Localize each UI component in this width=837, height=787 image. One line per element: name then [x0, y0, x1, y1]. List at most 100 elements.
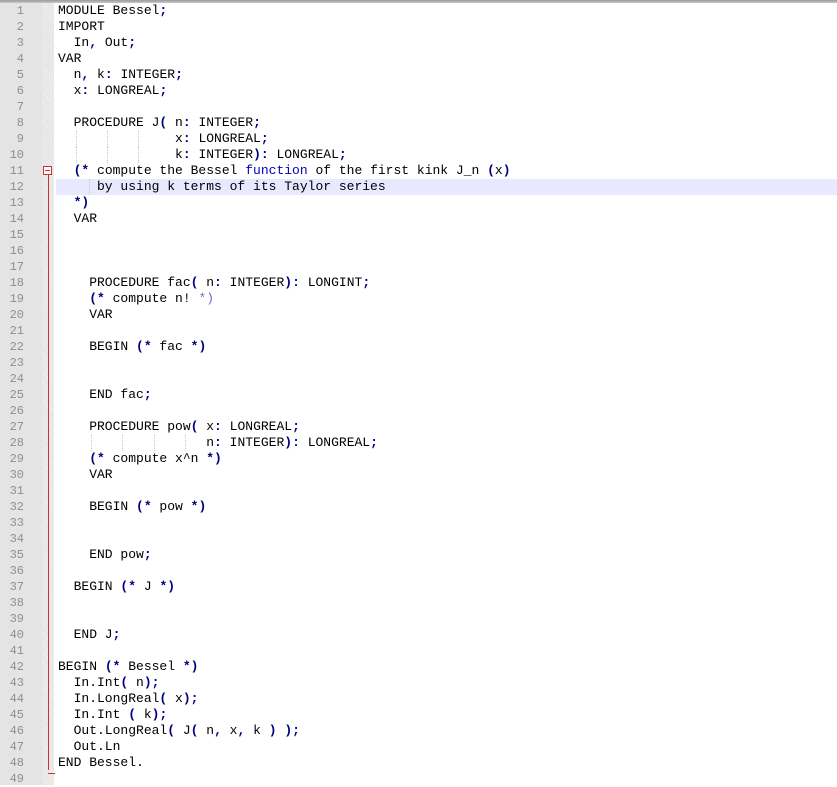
code-line[interactable]: 9 x: LONGREAL;	[0, 131, 837, 147]
line-text[interactable]: IMPORT	[56, 19, 837, 35]
code-line[interactable]: 37 BEGIN (* J *)	[0, 579, 837, 595]
code-line[interactable]: 29 (* compute x^n *)	[0, 451, 837, 467]
code-line[interactable]: 41	[0, 643, 837, 659]
line-text[interactable]: (* compute x^n *)	[56, 451, 837, 467]
line-text[interactable]: BEGIN (* fac *)	[56, 339, 837, 355]
line-text[interactable]: (* compute n! *)	[56, 291, 837, 307]
code-line[interactable]: 12 by using k terms of its Taylor series	[0, 179, 837, 195]
line-text[interactable]	[56, 595, 837, 611]
code-line[interactable]: 33	[0, 515, 837, 531]
line-text[interactable]: END pow;	[56, 547, 837, 563]
line-text[interactable]: In.Int( n);	[56, 675, 837, 691]
line-text[interactable]: In.Int ( k);	[56, 707, 837, 723]
code-line[interactable]: 26	[0, 403, 837, 419]
line-text[interactable]	[56, 355, 837, 371]
line-text[interactable]: BEGIN (* pow *)	[56, 499, 837, 515]
code-line[interactable]: 16	[0, 243, 837, 259]
line-text[interactable]	[56, 531, 837, 547]
code-editor[interactable]: 1 MODULE Bessel; 2 IMPORT 3 In, Out; 4 VAR 5 n,…	[0, 3, 837, 787]
line-text[interactable]: BEGIN (* Bessel *)	[56, 659, 837, 675]
code-line[interactable]: 11 (* compute the Bessel function of the…	[0, 163, 837, 179]
code-line[interactable]: 20 VAR	[0, 307, 837, 323]
line-text[interactable]	[56, 227, 837, 243]
line-text[interactable]: END Bessel.	[56, 755, 837, 771]
line-text[interactable]: MODULE Bessel;	[56, 3, 837, 19]
line-text[interactable]	[56, 403, 837, 419]
code-line[interactable]: 48 END Bessel.	[0, 755, 837, 771]
line-text[interactable]	[56, 611, 837, 627]
line-text[interactable]: VAR	[56, 467, 837, 483]
code-line[interactable]: 45 In.Int ( k);	[0, 707, 837, 723]
line-text[interactable]: Out.Ln	[56, 739, 837, 755]
code-line[interactable]: 19 (* compute n! *)	[0, 291, 837, 307]
line-text[interactable]: (* compute the Bessel function of the fi…	[56, 163, 837, 179]
line-text[interactable]: n: INTEGER): LONGREAL;	[56, 435, 837, 451]
code-line[interactable]: 38	[0, 595, 837, 611]
line-text[interactable]	[56, 259, 837, 275]
code-line[interactable]: 10 k: INTEGER): LONGREAL;	[0, 147, 837, 163]
line-text[interactable]: k: INTEGER): LONGREAL;	[56, 147, 837, 163]
line-text[interactable]: Out.LongReal( J( n, x, k ) );	[56, 723, 837, 739]
line-text[interactable]: VAR	[56, 307, 837, 323]
line-text[interactable]: *)	[56, 195, 837, 211]
line-text[interactable]	[56, 371, 837, 387]
code-line[interactable]: 7	[0, 99, 837, 115]
code-line[interactable]: 2 IMPORT	[0, 19, 837, 35]
line-text[interactable]: END fac;	[56, 387, 837, 403]
line-text[interactable]: VAR	[56, 51, 837, 67]
code-line[interactable]: 35 END pow;	[0, 547, 837, 563]
code-lines[interactable]: 1 MODULE Bessel; 2 IMPORT 3 In, Out; 4 VAR 5 n,…	[0, 3, 837, 787]
code-line[interactable]: 15	[0, 227, 837, 243]
line-text[interactable]: x: LONGREAL;	[56, 83, 837, 99]
line-text[interactable]: In.LongReal( x);	[56, 691, 837, 707]
code-line[interactable]: 8 PROCEDURE J( n: INTEGER;	[0, 115, 837, 131]
code-line[interactable]: 42 BEGIN (* Bessel *)	[0, 659, 837, 675]
code-line[interactable]: 24	[0, 371, 837, 387]
code-line[interactable]: 6 x: LONGREAL;	[0, 83, 837, 99]
line-text[interactable]	[56, 323, 837, 339]
code-line[interactable]: 43 In.Int( n);	[0, 675, 837, 691]
line-text[interactable]	[56, 99, 837, 115]
code-line[interactable]: 21	[0, 323, 837, 339]
line-text[interactable]: BEGIN (* J *)	[56, 579, 837, 595]
code-line[interactable]: 32 BEGIN (* pow *)	[0, 499, 837, 515]
fold-collapse-icon[interactable]	[43, 166, 52, 175]
line-text[interactable]: In, Out;	[56, 35, 837, 51]
code-line[interactable]: 1 MODULE Bessel;	[0, 3, 837, 19]
code-line[interactable]: 4 VAR	[0, 51, 837, 67]
line-text[interactable]: VAR	[56, 211, 837, 227]
line-text[interactable]	[56, 643, 837, 659]
code-line[interactable]: 22 BEGIN (* fac *)	[0, 339, 837, 355]
line-text[interactable]: PROCEDURE fac( n: INTEGER): LONGINT;	[56, 275, 837, 291]
line-text[interactable]	[56, 515, 837, 531]
code-line[interactable]: 13 *)	[0, 195, 837, 211]
code-line[interactable]: 39	[0, 611, 837, 627]
line-text[interactable]: by using k terms of its Taylor series	[56, 179, 837, 195]
line-text[interactable]	[56, 483, 837, 499]
line-text[interactable]: END J;	[56, 627, 837, 643]
code-line[interactable]: 30 VAR	[0, 467, 837, 483]
code-line[interactable]: 3 In, Out;	[0, 35, 837, 51]
line-text[interactable]: PROCEDURE pow( x: LONGREAL;	[56, 419, 837, 435]
code-line[interactable]: 31	[0, 483, 837, 499]
line-text[interactable]: n, k: INTEGER;	[56, 67, 837, 83]
code-line[interactable]: 27 PROCEDURE pow( x: LONGREAL;	[0, 419, 837, 435]
line-text[interactable]	[56, 563, 837, 579]
code-line[interactable]: 47 Out.Ln	[0, 739, 837, 755]
line-number: 27	[9, 420, 24, 434]
code-line[interactable]: 23	[0, 355, 837, 371]
code-line[interactable]: 5 n, k: INTEGER;	[0, 67, 837, 83]
code-line[interactable]: 34	[0, 531, 837, 547]
line-text[interactable]	[56, 243, 837, 259]
line-text[interactable]: x: LONGREAL;	[56, 131, 837, 147]
code-line[interactable]: 40 END J;	[0, 627, 837, 643]
code-line[interactable]: 36	[0, 563, 837, 579]
code-line[interactable]: 14 VAR	[0, 211, 837, 227]
code-line[interactable]: 44 In.LongReal( x);	[0, 691, 837, 707]
line-text[interactable]: PROCEDURE J( n: INTEGER;	[56, 115, 837, 131]
code-line[interactable]: 17	[0, 259, 837, 275]
code-line[interactable]: 25 END fac;	[0, 387, 837, 403]
code-line[interactable]: 28 n: INTEGER): LONGREAL;	[0, 435, 837, 451]
code-line[interactable]: 46 Out.LongReal( J( n, x, k ) );	[0, 723, 837, 739]
code-line[interactable]: 18 PROCEDURE fac( n: INTEGER): LONGINT;	[0, 275, 837, 291]
